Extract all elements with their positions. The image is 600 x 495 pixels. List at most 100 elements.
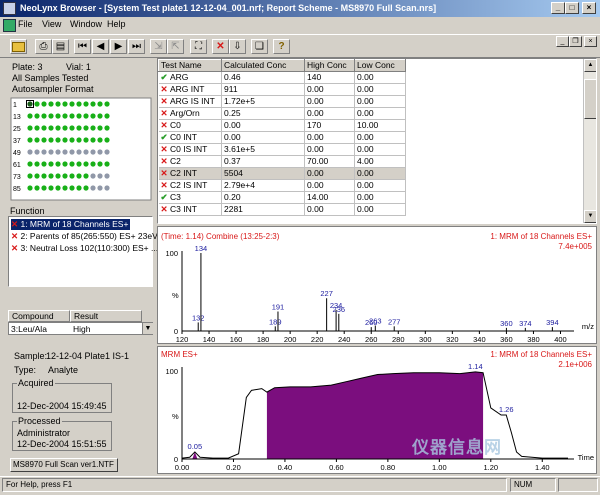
- delete-icon[interactable]: ✕: [212, 39, 229, 54]
- table-row[interactable]: ✕ ARG IS INT 1.72e+5 0.00 0.00: [158, 95, 406, 108]
- vial-well[interactable]: [27, 125, 33, 131]
- menu-view[interactable]: View: [42, 19, 61, 29]
- vial-well[interactable]: [62, 113, 68, 119]
- table-row[interactable]: ✕ C2 INT 5504 0.00 0.00: [158, 167, 406, 180]
- vial-well[interactable]: [27, 101, 33, 107]
- vial-well[interactable]: [34, 113, 40, 119]
- vial-well[interactable]: [90, 101, 96, 107]
- vial-well[interactable]: [34, 125, 40, 131]
- vial-well[interactable]: [69, 125, 75, 131]
- vial-well[interactable]: [55, 125, 61, 131]
- dropdown-arrow-icon[interactable]: ▼: [142, 323, 153, 334]
- vial-well[interactable]: [34, 185, 40, 191]
- menu-window[interactable]: Window: [70, 19, 102, 29]
- plate-grid[interactable]: 1 13 25 37 49 61 73 85: [8, 96, 153, 202]
- vial-well[interactable]: [97, 161, 103, 167]
- vial-well[interactable]: [76, 125, 82, 131]
- first-icon[interactable]: ⏮: [74, 39, 91, 54]
- vial-well[interactable]: [83, 113, 89, 119]
- vial-well[interactable]: [97, 149, 103, 155]
- vial-well[interactable]: [55, 137, 61, 143]
- vial-well[interactable]: [97, 113, 103, 119]
- vial-well[interactable]: [76, 149, 82, 155]
- table-row[interactable]: ✔ C0 INT 0.00 0.00 0.00: [158, 131, 406, 144]
- maximize-button[interactable]: □: [565, 2, 579, 14]
- vial-well[interactable]: [48, 137, 54, 143]
- scroll-down-icon[interactable]: ▼: [584, 210, 596, 223]
- vial-well[interactable]: [83, 125, 89, 131]
- last-icon[interactable]: ⏭: [128, 39, 145, 54]
- vial-well[interactable]: [83, 137, 89, 143]
- result-column-header[interactable]: Result: [70, 310, 142, 322]
- vial-well[interactable]: [69, 149, 75, 155]
- function-item[interactable]: ✕ 1: MRM of 18 Channels ES+: [11, 219, 131, 230]
- vial-well[interactable]: [55, 101, 61, 107]
- column-header[interactable]: Calculated Conc: [221, 59, 305, 72]
- next-icon[interactable]: ▶: [110, 39, 127, 54]
- small-peak-area[interactable]: [192, 451, 198, 459]
- vial-well[interactable]: [83, 185, 89, 191]
- copy-icon[interactable]: ❏: [251, 39, 268, 54]
- vial-well[interactable]: [69, 113, 75, 119]
- method-button[interactable]: MS8970 Full Scan ver1.NTF: [10, 458, 118, 472]
- vial-well[interactable]: [97, 173, 103, 179]
- vial-well[interactable]: [97, 137, 103, 143]
- vial-well[interactable]: [97, 101, 103, 107]
- vial-well[interactable]: [48, 113, 54, 119]
- vial-well[interactable]: [41, 137, 47, 143]
- vial-well[interactable]: [41, 125, 47, 131]
- vial-well[interactable]: [34, 101, 40, 107]
- vial-well[interactable]: [97, 125, 103, 131]
- vial-well[interactable]: [27, 113, 33, 119]
- vial-well[interactable]: [104, 137, 110, 143]
- spectrum-chart[interactable]: (Time: 1.14) Combine (13:25-2:3) 1: MRM o…: [158, 227, 596, 344]
- vial-well[interactable]: [62, 101, 68, 107]
- function-item[interactable]: ✕ 3: Neutral Loss 102(110:300) ES+ ...: [11, 243, 158, 254]
- compound-row[interactable]: 3:Leu/Ala High ▼: [8, 322, 153, 335]
- column-header[interactable]: High Conc: [304, 59, 355, 72]
- table-row[interactable]: ✕ C2 0.37 70.00 4.00: [158, 155, 406, 168]
- vial-well[interactable]: [34, 149, 40, 155]
- scroll-thumb[interactable]: [584, 79, 596, 119]
- vial-well[interactable]: [104, 161, 110, 167]
- vial-well[interactable]: [90, 149, 96, 155]
- compound-column-header[interactable]: Compound: [8, 310, 70, 322]
- vial-well[interactable]: [48, 173, 54, 179]
- vial-well[interactable]: [69, 101, 75, 107]
- vial-well[interactable]: [34, 161, 40, 167]
- vial-well[interactable]: [76, 137, 82, 143]
- vial-well[interactable]: [41, 185, 47, 191]
- vial-well[interactable]: [69, 161, 75, 167]
- vial-well[interactable]: [83, 161, 89, 167]
- vial-well[interactable]: [90, 137, 96, 143]
- vial-well[interactable]: [62, 161, 68, 167]
- vial-well[interactable]: [104, 173, 110, 179]
- vial-well[interactable]: [76, 185, 82, 191]
- export-icon[interactable]: ⇩: [229, 39, 246, 54]
- prev-icon[interactable]: ◀: [92, 39, 109, 54]
- vial-well[interactable]: [69, 137, 75, 143]
- vial-well[interactable]: [48, 185, 54, 191]
- table-row[interactable]: ✕ C0 0.00 170 10.00: [158, 119, 406, 132]
- vial-well[interactable]: [62, 149, 68, 155]
- table-row[interactable]: ✕ Arg/Orn 0.25 0.00 0.00: [158, 107, 406, 120]
- function-item[interactable]: ✕ 2: Parents of 85(265:550) ES+ 23eV: [11, 231, 158, 242]
- vial-well[interactable]: [41, 113, 47, 119]
- table-row[interactable]: ✕ C0 IS INT 3.61e+5 0.00 0.00: [158, 143, 406, 156]
- vial-well[interactable]: [41, 161, 47, 167]
- vial-well[interactable]: [27, 173, 33, 179]
- vial-well[interactable]: [48, 125, 54, 131]
- vial-well[interactable]: [41, 149, 47, 155]
- zoom-out-icon[interactable]: ⇱: [167, 39, 184, 54]
- vial-well[interactable]: [62, 137, 68, 143]
- vial-well[interactable]: [90, 185, 96, 191]
- vial-well[interactable]: [83, 149, 89, 155]
- table-row[interactable]: ✔ ARG 0.46 140 0.00: [158, 71, 406, 84]
- vial-well[interactable]: [76, 113, 82, 119]
- vial-well[interactable]: [55, 113, 61, 119]
- table-scrollbar[interactable]: ▲ ▼: [583, 59, 596, 223]
- table-row[interactable]: ✔ C3 0.20 14.00 0.00: [158, 191, 406, 204]
- vial-well[interactable]: [34, 137, 40, 143]
- vial-well[interactable]: [48, 161, 54, 167]
- table-row[interactable]: ✕ ARG INT 911 0.00 0.00: [158, 83, 406, 96]
